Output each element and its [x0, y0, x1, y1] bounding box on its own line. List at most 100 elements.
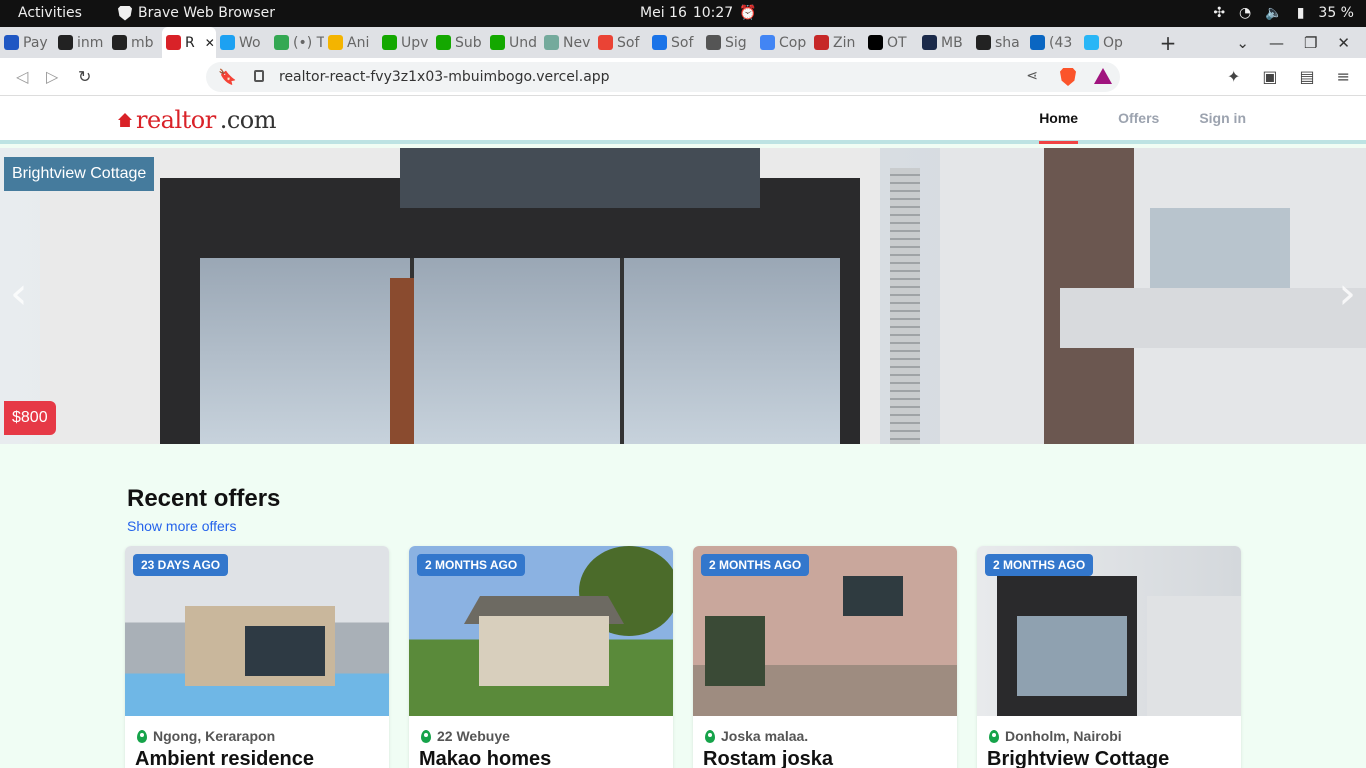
minimize-button[interactable]: —: [1269, 34, 1284, 52]
linkedin-icon: [1030, 35, 1045, 50]
listing-location: Joska malaa.: [705, 728, 808, 744]
new-tab-button[interactable]: +: [1160, 31, 1177, 55]
browser-tab-label: Op: [1103, 34, 1123, 51]
browser-tab[interactable]: Wo: [216, 27, 270, 58]
clock[interactable]: Mei 16 10:27 ⏰: [640, 5, 757, 21]
browser-tab[interactable]: Ani: [324, 27, 378, 58]
listing-location: Ngong, Kerarapon: [137, 728, 275, 744]
browser-tab-label: Sub: [455, 34, 482, 51]
browser-tab[interactable]: Nev: [540, 27, 594, 58]
close-window-button[interactable]: ✕: [1337, 34, 1350, 52]
nav-offers[interactable]: Offers: [1118, 96, 1159, 144]
offers-list: 23 DAYS AGO Ngong, Kerarapon Ambient res…: [125, 546, 1241, 768]
browser-tab[interactable]: Und: [486, 27, 540, 58]
browser-tab[interactable]: Sig: [702, 27, 756, 58]
browser-tab[interactable]: Zin: [810, 27, 864, 58]
github-icon: [58, 35, 73, 50]
brave-shields-icon[interactable]: [1060, 68, 1076, 86]
browser-tab[interactable]: Cop: [756, 27, 810, 58]
browser-tab[interactable]: R ✕: [162, 27, 216, 58]
listing-card[interactable]: 2 MONTHS AGO Donholm, Nairobi Brightview…: [977, 546, 1241, 768]
browser-tab[interactable]: Op: [1080, 27, 1134, 58]
close-tab-icon[interactable]: ✕: [205, 36, 215, 50]
bookmark-icon[interactable]: 🔖: [218, 68, 237, 86]
location-pin-icon: [705, 729, 715, 743]
browser-tab[interactable]: Sof: [594, 27, 648, 58]
app-menu[interactable]: Brave Web Browser: [118, 5, 275, 21]
brave-icon: [118, 5, 132, 21]
github-icon: [112, 35, 127, 50]
browser-tab[interactable]: OT: [864, 27, 918, 58]
activities-button[interactable]: Activities: [18, 5, 82, 21]
upwork-icon: [382, 35, 397, 50]
menu-icon[interactable]: ≡: [1337, 67, 1350, 86]
slack-icon: ✣: [1213, 5, 1226, 21]
listing-name: Ambient residence: [135, 748, 314, 768]
browser-tab[interactable]: mb: [108, 27, 162, 58]
nav-sign-in[interactable]: Sign in: [1199, 96, 1246, 144]
maps-icon: [274, 35, 289, 50]
listing-location-text: Donholm, Nairobi: [1005, 728, 1122, 744]
browser-tab[interactable]: (43: [1026, 27, 1080, 58]
docs-icon: [760, 35, 775, 50]
hero-listing-price: $800: [4, 401, 56, 435]
maximize-button[interactable]: ❐: [1304, 34, 1317, 52]
upwork-icon: [4, 35, 19, 50]
logo-suffix: .com: [219, 106, 277, 134]
lock-icon[interactable]: [254, 70, 264, 82]
ring-icon: [328, 35, 343, 50]
pe-icon: [922, 35, 937, 50]
wallet-icon[interactable]: ▤: [1299, 67, 1314, 86]
listing-name: Brightview Cottage: [987, 748, 1170, 768]
browser-tab[interactable]: Sof: [648, 27, 702, 58]
upwork-icon: [436, 35, 451, 50]
extensions-icon[interactable]: ✦: [1227, 67, 1240, 86]
browser-tab-label: R: [185, 34, 195, 51]
github-icon: [976, 35, 991, 50]
hero-image-building: [40, 148, 880, 444]
hero-slider[interactable]: Brightview Cottage $800 ‹ ›: [0, 148, 1366, 444]
tab-strip: Pay inm mb R ✕ Wo (•) T Ani Upv Sub Und Nev Sof Sof Si…: [0, 27, 1366, 58]
browser-tab[interactable]: Upv: [378, 27, 432, 58]
location-pin-icon: [137, 729, 147, 743]
address-bar[interactable]: 🔖 realtor-react-fvy3z1x03-mbuimbogo.verc…: [206, 62, 1120, 92]
realtor-logo[interactable]: realtor .com: [118, 106, 277, 134]
hero-listing-title[interactable]: Brightview Cottage: [4, 157, 155, 191]
listing-card[interactable]: 23 DAYS AGO Ngong, Kerarapon Ambient res…: [125, 546, 389, 768]
slider-prev-icon[interactable]: ‹: [10, 268, 28, 319]
wifi-icon: ◔: [1239, 5, 1252, 21]
listing-card[interactable]: 2 MONTHS AGO Joska malaa. Rostam joska: [693, 546, 957, 768]
system-tray[interactable]: ✣ ◔ 🔈 ▮ 35 %: [1213, 5, 1354, 21]
listing-name: Rostam joska: [703, 748, 834, 768]
browser-tab[interactable]: Sub: [432, 27, 486, 58]
browser-tab-label: (•) T: [293, 34, 324, 51]
browser-tab[interactable]: inm: [54, 27, 108, 58]
browser-tab[interactable]: MB: [918, 27, 972, 58]
listing-location: Donholm, Nairobi: [989, 728, 1122, 744]
back-button[interactable]: ◁: [16, 67, 28, 86]
tab-search-icon[interactable]: ⌄: [1236, 34, 1249, 52]
url-text[interactable]: realtor-react-fvy3z1x03-mbuimbogo.vercel…: [279, 69, 610, 85]
share-icon[interactable]: ⋖: [1026, 68, 1038, 84]
listing-date-badge: 2 MONTHS AGO: [985, 554, 1094, 576]
browser-tab[interactable]: sha: [972, 27, 1026, 58]
browser-tab[interactable]: Pay: [0, 27, 54, 58]
slider-next-icon[interactable]: ›: [1338, 268, 1356, 319]
nav-home[interactable]: Home: [1039, 96, 1078, 144]
hero-image-building-right: [890, 148, 1366, 444]
location-pin-icon: [989, 729, 999, 743]
battery-icon: ▮: [1296, 5, 1305, 21]
zinc-icon: [814, 35, 829, 50]
listing-location-text: Joska malaa.: [721, 728, 809, 744]
reload-button[interactable]: ↻: [78, 67, 91, 86]
clock-time: 10:27: [692, 5, 734, 21]
tumblr-icon: [220, 35, 235, 50]
sidebar-icon[interactable]: ▣: [1262, 67, 1277, 86]
listing-date-badge: 2 MONTHS AGO: [417, 554, 526, 576]
browser-tab[interactable]: (•) T: [270, 27, 324, 58]
show-more-offers-link[interactable]: Show more offers: [127, 518, 236, 534]
brave-rewards-icon[interactable]: [1094, 68, 1112, 84]
forward-button[interactable]: ▷: [46, 67, 58, 86]
browser-tab-label: mb: [131, 34, 154, 51]
listing-card[interactable]: 2 MONTHS AGO 22 Webuye Makao homes: [409, 546, 673, 768]
